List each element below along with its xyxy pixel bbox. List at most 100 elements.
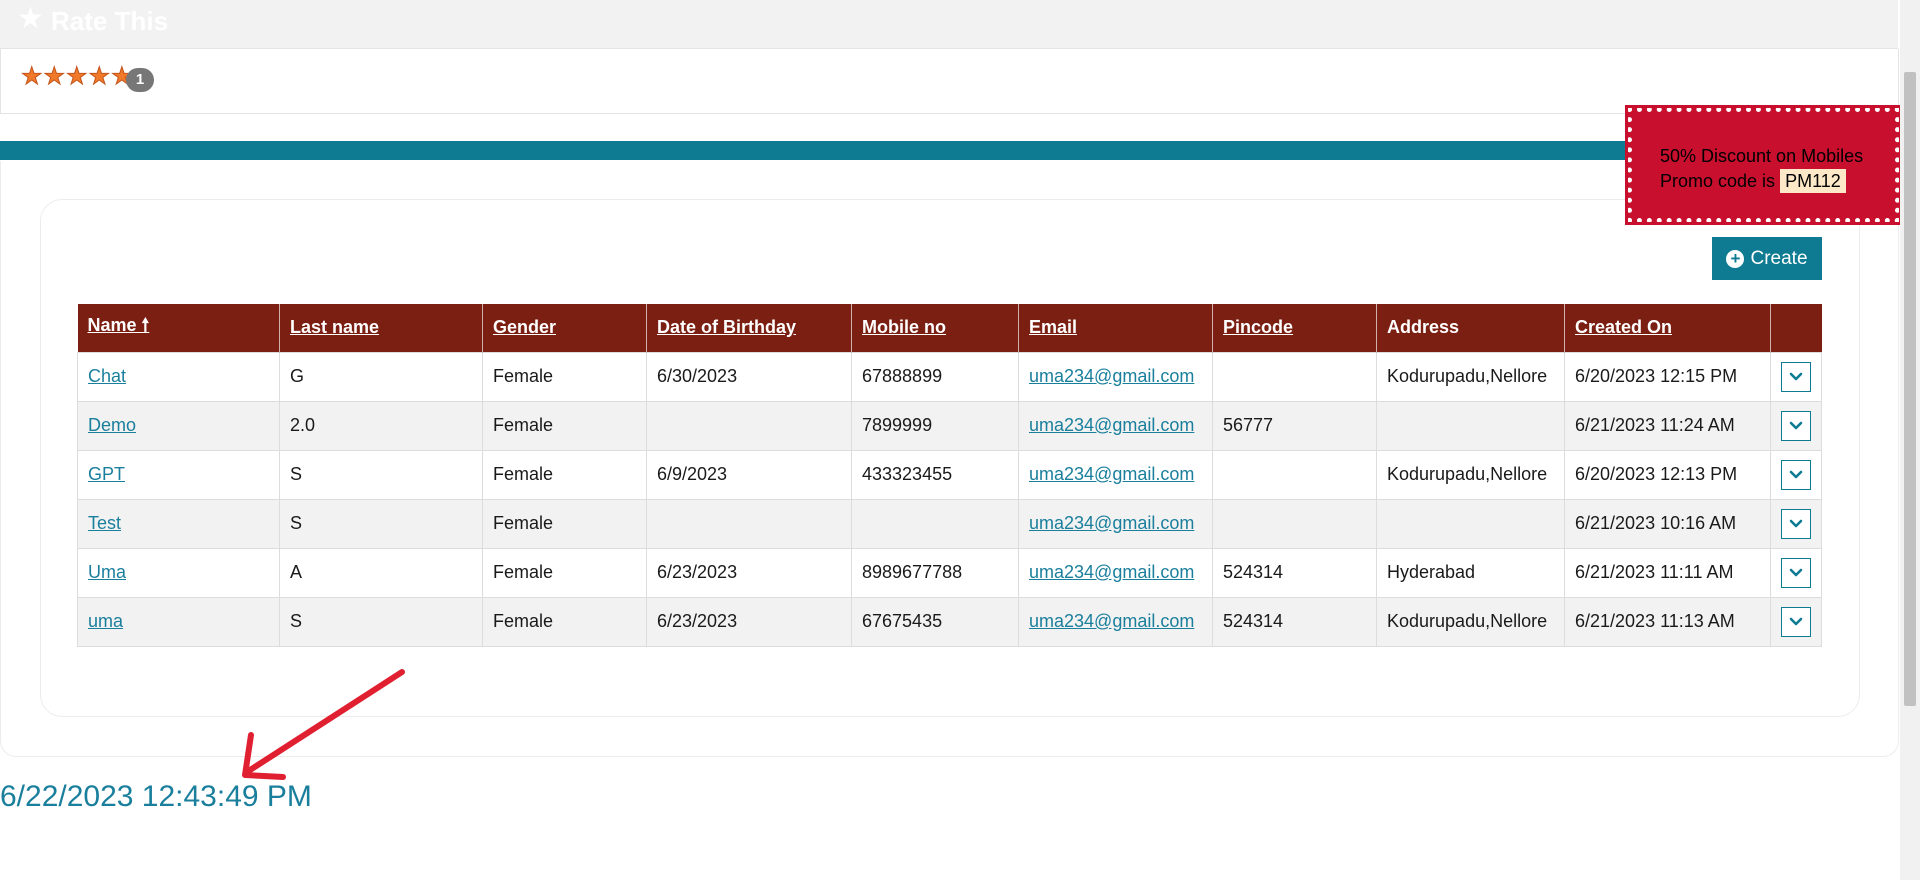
column-header-dob[interactable]: Date of Birthday	[646, 304, 852, 352]
record-name-link[interactable]: Test	[88, 513, 121, 533]
column-header-name[interactable]: Name 🠕	[77, 304, 280, 352]
chevron-down-icon	[1789, 421, 1803, 429]
column-header-created-on[interactable]: Created On	[1564, 304, 1771, 352]
column-header-mobile[interactable]: Mobile no	[851, 304, 1019, 352]
rating-count-badge: 1	[126, 68, 154, 92]
rating-stars[interactable]: ★ ★ ★ ★ ★	[21, 64, 134, 89]
rating-star-icon[interactable]: ★	[66, 64, 88, 89]
record-name-link[interactable]: GPT	[88, 464, 125, 484]
cell-dob	[646, 400, 852, 451]
sort-link-gender[interactable]: Gender	[493, 317, 556, 337]
email-link[interactable]: uma234@gmail.com	[1029, 464, 1194, 484]
row-actions-dropdown-button[interactable]	[1781, 508, 1811, 539]
cell-pincode: 524314	[1212, 547, 1377, 598]
column-header-email[interactable]: Email	[1018, 304, 1213, 352]
section-divider-bar	[0, 141, 1630, 160]
cell-pincode: 56777	[1212, 400, 1377, 451]
row-actions-dropdown-button[interactable]	[1781, 361, 1811, 392]
create-button[interactable]: + Create	[1712, 237, 1822, 280]
promo-code: PM112	[1780, 169, 1846, 193]
cell-email: uma234@gmail.com	[1018, 400, 1213, 451]
cell-mobile: 7899999	[851, 400, 1019, 451]
column-header-gender[interactable]: Gender	[482, 304, 647, 352]
cell-address: Hyderabad	[1376, 547, 1565, 598]
cell-last-name: S	[279, 498, 483, 549]
cell-address	[1376, 400, 1565, 451]
cell-created-on: 6/20/2023 12:13 PM	[1564, 449, 1771, 500]
cell-actions	[1770, 498, 1822, 549]
rating-star-icon[interactable]: ★	[43, 64, 65, 89]
column-header-address: Address	[1376, 304, 1565, 352]
row-actions-dropdown-button[interactable]	[1781, 557, 1811, 588]
email-link[interactable]: uma234@gmail.com	[1029, 513, 1194, 533]
cell-created-on: 6/20/2023 12:15 PM	[1564, 351, 1771, 402]
cell-mobile	[851, 498, 1019, 549]
sort-link-last-name[interactable]: Last name	[290, 317, 379, 337]
cell-email: uma234@gmail.com	[1018, 596, 1213, 647]
star-icon: ★	[17, 2, 44, 35]
cell-last-name: S	[279, 449, 483, 500]
record-name-link[interactable]: Uma	[88, 562, 126, 582]
table-row: GPT S Female 6/9/2023 433323455 uma234@gmail.…	[77, 449, 1822, 500]
sort-link-name[interactable]: Name 🠕	[88, 315, 150, 335]
record-name-link[interactable]: Demo	[88, 415, 136, 435]
cell-actions	[1770, 596, 1822, 647]
cell-address	[1376, 498, 1565, 549]
promo-banner: 50% Discount on Mobiles Promo code is PM…	[1625, 105, 1902, 225]
sort-link-created-on[interactable]: Created On	[1575, 317, 1672, 337]
promo-code-line: Promo code is PM112	[1660, 169, 1846, 193]
cell-created-on: 6/21/2023 10:16 AM	[1564, 498, 1771, 549]
sort-ascending-icon: 🠕	[141, 314, 150, 335]
rating-star-icon[interactable]: ★	[88, 64, 110, 89]
chevron-down-icon	[1789, 372, 1803, 380]
sort-link-dob[interactable]: Date of Birthday	[657, 317, 796, 337]
cell-name: Chat	[77, 351, 280, 402]
cell-dob: 6/9/2023	[646, 449, 852, 500]
current-timestamp: 6/22/2023 12:43:49 PM	[0, 780, 312, 813]
column-header-pincode[interactable]: Pincode	[1212, 304, 1377, 352]
cell-pincode	[1212, 498, 1377, 549]
email-link[interactable]: uma234@gmail.com	[1029, 611, 1194, 631]
cell-name: uma	[77, 596, 280, 647]
cell-dob: 6/30/2023	[646, 351, 852, 402]
table-row: Test S Female uma234@gmail.com 6/21/2023 10:…	[77, 498, 1822, 549]
rate-section-body: ★ ★ ★ ★ ★	[0, 49, 1899, 114]
cell-gender: Female	[482, 400, 647, 451]
cell-pincode	[1212, 449, 1377, 500]
cell-mobile: 67888899	[851, 351, 1019, 402]
sort-link-mobile[interactable]: Mobile no	[862, 317, 946, 337]
chevron-down-icon	[1789, 519, 1803, 527]
cell-actions	[1770, 547, 1822, 598]
cell-address: Kodurupadu,Nellore	[1376, 351, 1565, 402]
cell-gender: Female	[482, 449, 647, 500]
cell-email: uma234@gmail.com	[1018, 498, 1213, 549]
scrollbar-thumb[interactable]	[1904, 72, 1916, 706]
sort-link-pincode[interactable]: Pincode	[1223, 317, 1293, 337]
record-name-link[interactable]: Chat	[88, 366, 126, 386]
cell-gender: Female	[482, 547, 647, 598]
cell-mobile: 67675435	[851, 596, 1019, 647]
table-row: Chat G Female 6/30/2023 67888899 uma234@gmail…	[77, 351, 1822, 402]
table-row: Uma A Female 6/23/2023 8989677788 uma234@gmai…	[77, 547, 1822, 598]
row-actions-dropdown-button[interactable]	[1781, 459, 1811, 490]
email-link[interactable]: uma234@gmail.com	[1029, 415, 1194, 435]
create-button-label: Create	[1750, 247, 1808, 269]
row-actions-dropdown-button[interactable]	[1781, 410, 1811, 441]
cell-last-name: G	[279, 351, 483, 402]
row-actions-dropdown-button[interactable]	[1781, 606, 1811, 637]
email-link[interactable]: uma234@gmail.com	[1029, 562, 1194, 582]
cell-name: Demo	[77, 400, 280, 451]
table-row: Demo 2.0 Female 7899999 uma234@gmail.com 5677…	[77, 400, 1822, 451]
cell-dob: 6/23/2023	[646, 596, 852, 647]
rating-star-icon[interactable]: ★	[21, 64, 43, 89]
plus-circle-icon: +	[1726, 249, 1745, 268]
promo-code-prefix: Promo code is	[1660, 171, 1776, 191]
cell-gender: Female	[482, 498, 647, 549]
email-link[interactable]: uma234@gmail.com	[1029, 366, 1194, 386]
cell-pincode	[1212, 351, 1377, 402]
column-header-last-name[interactable]: Last name	[279, 304, 483, 352]
cell-gender: Female	[482, 596, 647, 647]
cell-email: uma234@gmail.com	[1018, 449, 1213, 500]
record-name-link[interactable]: uma	[88, 611, 123, 631]
sort-link-email[interactable]: Email	[1029, 317, 1077, 337]
